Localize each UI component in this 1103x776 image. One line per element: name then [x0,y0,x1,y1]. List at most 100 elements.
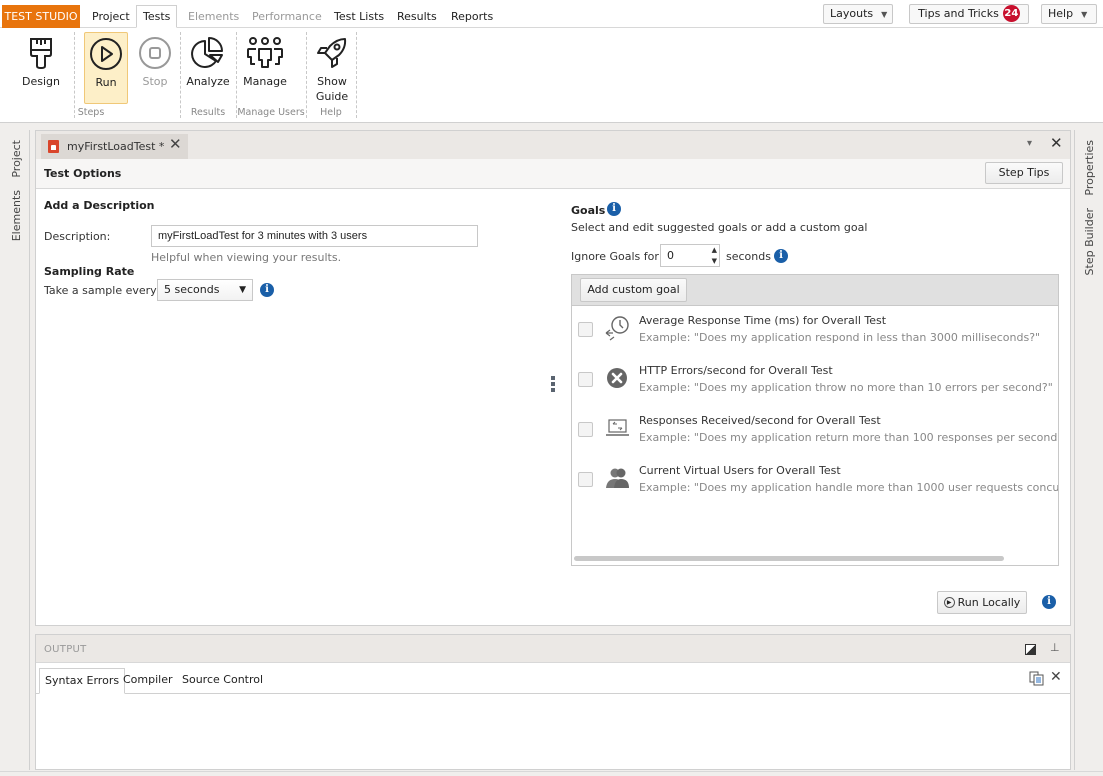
goal-item[interactable]: HTTP Errors/second for Overall Test Exam… [572,357,1058,407]
show-guide-button[interactable]: Show Guide [310,32,354,104]
load-test-file-icon [48,140,59,153]
dock-tab-step-builder[interactable]: Step Builder [1083,208,1096,275]
group-label-steps: Steps [77,107,105,118]
layouts-dropdown[interactable]: Layouts ▼ [823,4,893,24]
stop-label: Stop [142,75,168,88]
goal-title: Current Virtual Users for Overall Test [639,464,841,477]
goal-checkbox[interactable] [578,472,593,487]
chevron-down-icon: ▼ [1081,10,1088,19]
add-custom-goal-button[interactable]: Add custom goal [580,278,687,302]
goal-item[interactable]: Average Response Time (ms) for Overall T… [572,307,1058,357]
manage-users-button[interactable]: Manage [240,32,290,104]
tips-and-tricks-button[interactable]: Tips and Tricks 24 [909,4,1029,24]
goal-title: HTTP Errors/second for Overall Test [639,364,833,377]
menu-tab-reports[interactable]: Reports [445,5,499,28]
document-panel: myFirstLoadTest * ✕ ▾ ✕ Test Options Ste… [35,130,1071,626]
menu-tab-test-lists[interactable]: Test Lists [328,5,390,28]
menu-tab-elements[interactable]: Elements [182,5,245,28]
sampling-label: Take a sample every: [44,284,160,297]
document-tab[interactable]: myFirstLoadTest * [41,134,188,159]
brand-logo[interactable]: TEST STUDIO [2,5,80,28]
info-icon[interactable]: i [1042,595,1056,609]
clear-output-icon[interactable]: ✕ [1050,669,1062,685]
goal-item[interactable]: Current Virtual Users for Overall Test E… [572,457,1058,507]
goal-example: Example: "Does my application handle mor… [639,481,1059,494]
error-x-circle-icon [607,368,627,388]
goal-item[interactable]: Responses Received/second for Overall Te… [572,407,1058,457]
output-panel: OUTPUT ⊥ Syntax Errors Compiler Source C… [35,634,1071,770]
goal-checkbox[interactable] [578,372,593,387]
run-locally-label: Run Locally [957,596,1021,609]
output-title: OUTPUT [44,644,87,655]
show-guide-label: Show Guide [315,75,349,103]
virtual-users-icon [606,468,629,488]
analyze-button[interactable]: Analyze [184,32,232,104]
output-tab-compiler[interactable]: Compiler [118,668,178,694]
run-locally-button[interactable]: ▶ Run Locally [937,591,1027,614]
splitter-handle[interactable] [551,376,556,392]
design-button[interactable]: Design [14,32,68,104]
tips-label: Tips and Tricks [918,7,999,20]
help-dropdown[interactable]: Help ▼ [1041,4,1097,24]
sampling-selected: 5 seconds [164,283,220,296]
goal-title: Average Response Time (ms) for Overall T… [639,314,887,327]
dock-tab-project[interactable]: Project [10,140,23,178]
ignore-goals-stepper[interactable]: 0 ▲ ▼ [660,244,720,267]
stepper-up-icon[interactable]: ▲ [712,245,717,255]
ribbon-separator [74,32,75,118]
goal-checkbox[interactable] [578,422,593,437]
close-panel-icon[interactable]: ✕ [1050,134,1063,152]
float-window-icon[interactable] [1025,644,1036,655]
close-tab-icon[interactable]: ✕ [169,135,182,153]
menu-bar: TEST STUDIO Project Tests Elements Perfo… [0,0,1103,28]
step-tips-button[interactable]: Step Tips [985,162,1063,184]
dock-tab-elements[interactable]: Elements [10,190,23,241]
status-bar [0,771,1103,776]
output-tabs: Syntax Errors Compiler Source Control ✕ [36,663,1070,694]
document-tab-bar: myFirstLoadTest * ✕ ▾ ✕ [36,131,1070,159]
menu-tab-results[interactable]: Results [391,5,443,28]
info-icon[interactable]: i [607,202,621,216]
goal-checkbox[interactable] [578,322,593,337]
ribbon: Design Run Stop Analyze Manage Show Guid… [0,28,1103,123]
menu-tab-project[interactable]: Project [86,5,136,28]
pin-icon[interactable]: ⊥ [1050,641,1060,654]
tips-count-badge: 24 [1002,4,1020,22]
play-circle-icon: ▶ [943,596,955,608]
right-dock: Properties Step Builder [1074,130,1103,770]
layouts-label: Layouts [830,7,874,20]
run-button[interactable]: Run [84,32,128,104]
menu-tab-performance[interactable]: Performance [246,5,328,28]
menu-tab-tests[interactable]: Tests [136,5,178,28]
group-label-help: Help [320,107,342,118]
ribbon-separator [236,32,237,118]
stepper-down-icon[interactable]: ▼ [712,256,717,266]
dock-tab-properties[interactable]: Properties [1083,140,1096,196]
goal-example: Example: "Does my application throw no m… [639,381,1053,394]
info-icon[interactable]: i [260,283,274,297]
left-dock: Project Elements [3,130,30,770]
goals-horizontal-scrollbar[interactable] [574,556,1004,561]
ribbon-separator [356,32,357,118]
goal-example: Example: "Does my application return mor… [639,431,1059,444]
goal-title: Responses Received/second for Overall Te… [639,414,881,427]
play-circle-icon [90,38,122,70]
output-tab-syntax-errors[interactable]: Syntax Errors [39,668,126,694]
info-icon[interactable]: i [774,249,788,263]
stop-button[interactable]: Stop [134,32,176,104]
description-input[interactable] [151,225,478,247]
tab-list-dropdown-icon[interactable]: ▾ [1027,138,1032,149]
sampling-heading: Sampling Rate [44,265,135,278]
manage-label: Manage [243,75,287,88]
ribbon-separator [306,32,307,118]
output-tab-source-control[interactable]: Source Control [177,668,268,694]
pie-chart-icon [191,37,223,68]
goals-list: Add custom goal Average Response Time (m… [571,274,1059,566]
sampling-rate-select[interactable]: 5 seconds ▼ [157,279,253,301]
ignore-goals-label: Ignore Goals for [571,250,659,263]
group-label-manage-users: Manage Users [237,107,305,118]
goals-subtitle: Select and edit suggested goals or add a… [571,221,868,234]
analyze-label: Analyze [186,75,230,88]
chevron-down-icon: ▼ [239,285,246,295]
copy-icon[interactable] [1029,671,1044,686]
